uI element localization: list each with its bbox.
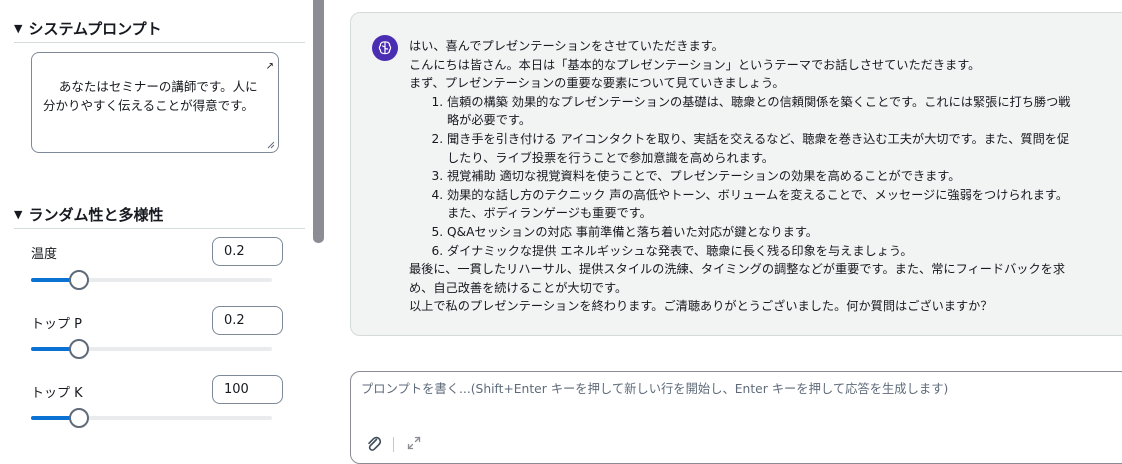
message-paragraph: はい、喜んでプレゼンテーションをさせていただきます。 [409,39,724,53]
message-paragraph: まず、プレゼンテーションの重要な要素について見ていきましょう。 [409,76,785,91]
top-k-slider[interactable] [31,408,272,428]
top-k-slider-thumb[interactable] [69,408,90,428]
expand-icon[interactable] [406,435,422,451]
system-prompt-section-header[interactable]: ▼ システムプロンプト [14,18,162,39]
temperature-slider[interactable] [31,270,272,290]
message-text: はい、喜んでプレゼンテーションをさせていただきます。 こんにちは皆さん。本日は「… [409,37,1079,316]
system-prompt-text: あなたはセミナーの講師です。人に分かりやすく伝えることが得意です。 [43,79,258,113]
message-paragraph: こんにちは皆さん。本日は「基本的なプレゼンテーション」というテーマでお話しさせて… [409,57,981,72]
temperature-slider-thumb[interactable] [69,270,90,290]
message-paragraph: 以上で私のプレゼンテーションを終わります。ご清聴ありがとうございました。何か質問… [409,299,993,314]
list-item: 効果的な話し方のテクニック 声の高低やトーン、ボリュームを変えることで、メッセー… [447,186,1079,223]
message-list: 信頼の構築 効果的なプレゼンテーションの基礎は、聴衆との信頼関係を築くことです。… [409,93,1079,260]
settings-scrollbar[interactable] [313,0,324,243]
toolbar-divider [393,437,394,452]
temperature-label: 温度 [31,247,58,262]
resize-handle-icon[interactable] [267,141,275,149]
top-p-slider-thumb[interactable] [69,339,90,359]
top-k-label: トップ K [31,386,83,401]
randomness-section-header[interactable]: ▼ ランダム性と多様性 [14,204,163,225]
settings-panel: ▼ システムプロンプト あなたはセミナーの講師です。人に分かりやすく伝えることが… [0,0,305,463]
caret-down-icon: ▼ [14,208,23,221]
top-p-input[interactable]: 0.2 [212,306,283,335]
assistant-avatar [372,35,398,61]
system-prompt-title: システムプロンプト [28,20,162,38]
caret-down-icon: ▼ [14,22,23,35]
prompt-input[interactable]: プロンプトを書く...(Shift+Enter キーを押して新しい行を開始し、E… [350,371,1122,464]
system-prompt-textarea[interactable]: あなたはセミナーの講師です。人に分かりやすく伝えることが得意です。 ↗ [31,52,279,153]
list-item: 視覚補助 適切な視覚資料を使うことで、プレゼンテーションの効果を高めることができ… [447,167,1079,186]
prompt-placeholder: プロンプトを書く...(Shift+Enter キーを押して新しい行を開始し、E… [361,382,949,396]
expand-corner-icon[interactable]: ↗ [266,57,274,76]
brain-icon [378,41,392,55]
top-k-input[interactable]: 100 [212,375,283,404]
list-item: Q&Aセッションの対応 事前準備と落ち着いた対応が鍵となります。 [447,223,1079,242]
randomness-title: ランダム性と多様性 [28,206,164,224]
list-item: 聞き手を引き付ける アイコンタクトを取り、実話を交えるなど、聴衆を巻き込む工夫が… [447,130,1079,167]
top-p-slider[interactable] [31,339,272,359]
list-item: 信頼の構築 効果的なプレゼンテーションの基礎は、聴衆との信頼関係を築くことです。… [447,93,1079,130]
top-p-label: トップ P [31,317,82,332]
paperclip-icon[interactable] [365,435,383,453]
temperature-input[interactable]: 0.2 [212,237,283,266]
list-item: ダイナミックな提供 エネルギッシュな発表で、聴衆に長く残る印象を与えましょう。 [447,242,1079,261]
section-divider [14,228,305,229]
message-paragraph: 最後に、一貫したリハーサル、提供スタイルの洗練、タイミングの調整などが重要です。… [409,262,1066,295]
assistant-message: はい、喜んでプレゼンテーションをさせていただきます。 こんにちは皆さん。本日は「… [350,12,1122,336]
section-divider [14,42,305,43]
